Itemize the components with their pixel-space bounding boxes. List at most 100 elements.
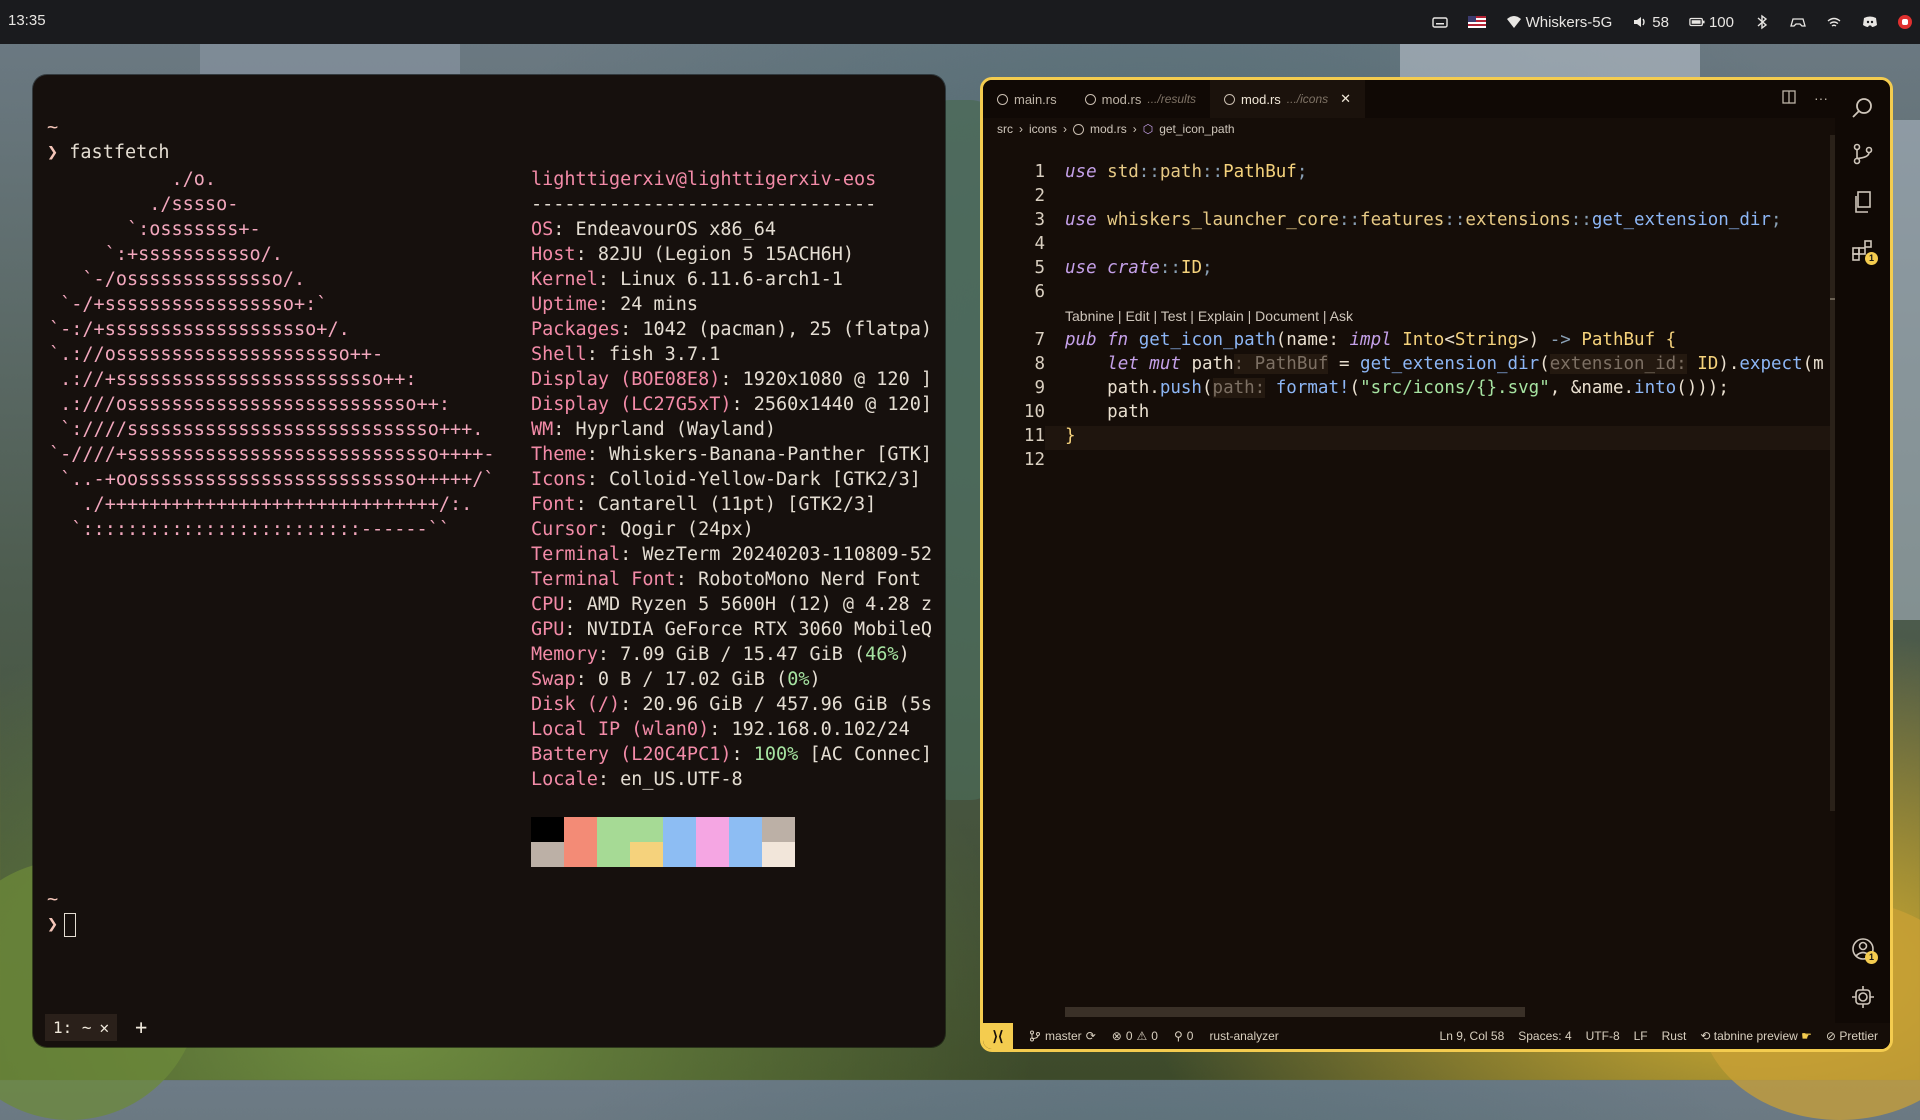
split-editor-icon[interactable]	[1782, 90, 1796, 107]
source-control-icon[interactable]	[1851, 142, 1875, 166]
language-mode[interactable]: Rust	[1662, 1029, 1687, 1043]
color-swatch	[531, 842, 564, 867]
line-number: 1	[1034, 162, 1045, 182]
status-bar: ⟩⟨ master ⟳ ⊗ 0 ⚠ 0 ⚲ 0 rust-analyzer Ln 9,…	[983, 1023, 1890, 1049]
line-number: 10	[1023, 402, 1045, 422]
tabnine-codelens[interactable]: Tabnine | Edit | Test | Explain | Docume…	[1065, 308, 1353, 324]
color-swatch	[663, 817, 696, 842]
problems-indicator[interactable]: ⊗ 0 ⚠ 0	[1112, 1029, 1158, 1043]
line-ending[interactable]: LF	[1634, 1029, 1648, 1043]
screen-record-icon[interactable]	[1898, 15, 1912, 29]
editor-actions: ···	[1782, 90, 1828, 107]
git-branch[interactable]: master ⟳	[1029, 1029, 1096, 1043]
code-line-5: use crate::ID;	[1065, 258, 1213, 278]
color-swatch	[696, 842, 729, 867]
close-icon[interactable]: ✕	[100, 1018, 110, 1037]
info-row: Terminal: WezTerm 20240203-110809-52	[531, 544, 932, 565]
branch-icon	[1030, 1030, 1040, 1042]
clock[interactable]: 13:35	[8, 12, 46, 29]
info-row: Display (BOE08E8): 1920x1080 @ 120 ]	[531, 369, 932, 390]
logo-line: .://+ssssssssssssssssssssssso++:	[49, 369, 417, 390]
color-swatch	[597, 817, 630, 842]
volume-icon	[1634, 17, 1645, 27]
code-line-7: pub fn get_icon_path(name: impl Into<Str…	[1065, 330, 1677, 350]
line-number: 2	[1034, 186, 1045, 206]
more-actions-icon[interactable]: ···	[1814, 90, 1828, 107]
code-line-11: }	[1065, 426, 1076, 446]
battery[interactable]: 100	[1689, 14, 1734, 31]
indentation[interactable]: Spaces: 4	[1518, 1029, 1571, 1043]
wifi-signal-icon[interactable]	[1826, 14, 1842, 30]
color-swatch	[762, 817, 795, 842]
line-number: 7	[1034, 330, 1045, 350]
hand-icon: ☛	[1801, 1029, 1812, 1043]
user-host: lighttigerxiv@lighttigerxiv-eos	[531, 169, 877, 190]
logo-line: `-////+ssssssssssssssssssssssssssso++++-	[49, 444, 495, 465]
new-tab-button[interactable]: +	[135, 1015, 147, 1039]
info-row-memory: Memory: 7.09 GiB / 15.47 GiB (46%)	[531, 644, 910, 665]
color-swatch	[630, 842, 663, 867]
bluetooth-icon[interactable]	[1754, 14, 1770, 30]
gamepad-icon[interactable]	[1790, 14, 1806, 30]
code-line-3: use whiskers_launcher_core::features::ex…	[1065, 210, 1782, 230]
color-swatch	[564, 817, 597, 842]
function-symbol-icon: ⬡	[1142, 122, 1154, 136]
terminal-tab[interactable]: 1: ~ ✕	[45, 1013, 118, 1041]
info-row: Packages: 1042 (pacman), 25 (flatpa)	[531, 319, 932, 340]
sync-icon[interactable]: ⟳	[1086, 1029, 1096, 1043]
command: fastfetch	[69, 142, 170, 163]
encoding[interactable]: UTF-8	[1586, 1029, 1620, 1043]
tab-main-rs[interactable]: main.rs	[983, 80, 1071, 118]
settings-gear-icon[interactable]	[1851, 985, 1875, 1009]
logo-line: `-:/+sssssssssssssssssso+/.	[49, 319, 350, 340]
code-line-9: path.push(path: format!("src/icons/{}.sv…	[1065, 378, 1729, 398]
logo-line: ./o.	[49, 169, 217, 190]
active-prompt[interactable]: ❯	[47, 912, 77, 937]
us-flag-icon[interactable]	[1467, 16, 1486, 28]
info-row-battery: Battery (L20C4PC1): 100% [AC Connec]	[531, 744, 932, 765]
logo-line: `:+sssssssssso/.	[49, 244, 283, 265]
rust-file-icon	[1224, 93, 1236, 105]
text-cursor	[64, 913, 77, 937]
code-line-8: let mut path: PathBuf = get_extension_di…	[1107, 354, 1824, 374]
tab-mod-rs-icons[interactable]: mod.rs .../icons ✕	[1210, 80, 1366, 118]
wifi-network[interactable]: Whiskers-5G	[1506, 13, 1613, 31]
info-row-swap: Swap: 0 B / 17.02 GiB (0%)	[531, 669, 821, 690]
terminal-tab-label: 1: ~	[53, 1017, 92, 1037]
info-row: Uptime: 24 mins	[531, 294, 699, 315]
info-row: WM: Hyprland (Wayland)	[531, 419, 777, 440]
volume[interactable]: 58	[1632, 14, 1669, 31]
code-editor-window[interactable]: main.rs mod.rs .../results mod.rs .../ic…	[980, 77, 1893, 1052]
remote-indicator-icon[interactable]: ⟩⟨	[983, 1023, 1013, 1049]
accounts-badge: 1	[1865, 951, 1878, 964]
logo-line: ./sssso-	[49, 194, 239, 215]
cursor-position[interactable]: Ln 9, Col 58	[1440, 1029, 1505, 1043]
explorer-icon[interactable]	[1851, 190, 1875, 214]
rust-file-icon	[1084, 93, 1096, 105]
logo-line: ./++++++++++++++++++++++++++++++/:.	[49, 494, 473, 515]
logo-line: `:osssssss+-	[49, 219, 261, 240]
color-swatch	[564, 842, 597, 867]
tab-mod-rs-results[interactable]: mod.rs .../results	[1071, 80, 1210, 118]
search-icon[interactable]	[1851, 96, 1875, 120]
info-row: Display (LC27G5xT): 2560x1440 @ 120]	[531, 394, 932, 415]
color-swatch	[762, 842, 795, 867]
prettier-status[interactable]: ⊘ Prettier	[1826, 1029, 1878, 1043]
tabnine-status[interactable]: ⟲ tabnine preview ☛	[1700, 1029, 1812, 1043]
horizontal-scrollbar[interactable]	[1065, 1007, 1525, 1017]
battery-level: 100	[1708, 13, 1734, 31]
close-icon[interactable]: ✕	[1340, 91, 1351, 107]
ports-icon: ⚲	[1173, 1029, 1183, 1043]
keyboard-icon[interactable]	[1431, 14, 1448, 30]
logo-line: `:::::::::::::::::::::::::------``	[49, 519, 450, 540]
rust-analyzer-status[interactable]: rust-analyzer	[1209, 1029, 1278, 1043]
info-row: Shell: fish 3.7.1	[531, 344, 721, 365]
terminal-window[interactable]: ~ ❯ fastfetch ./o. ./sssso- `:osssssss+-…	[33, 75, 945, 1047]
code-area[interactable]: 1 2 3 4 5 6 7 8 9 10 11 12 use std::path::PathBuf; …	[983, 138, 1835, 858]
wifi-name: Whiskers-5G	[1525, 13, 1613, 31]
prompt-char-2: ❯	[47, 914, 59, 935]
ports-indicator[interactable]: ⚲ 0	[1174, 1029, 1193, 1043]
editor-tabs: main.rs mod.rs .../results mod.rs .../ic…	[983, 80, 1835, 118]
discord-icon[interactable]	[1862, 14, 1878, 30]
color-swatch	[630, 817, 663, 842]
